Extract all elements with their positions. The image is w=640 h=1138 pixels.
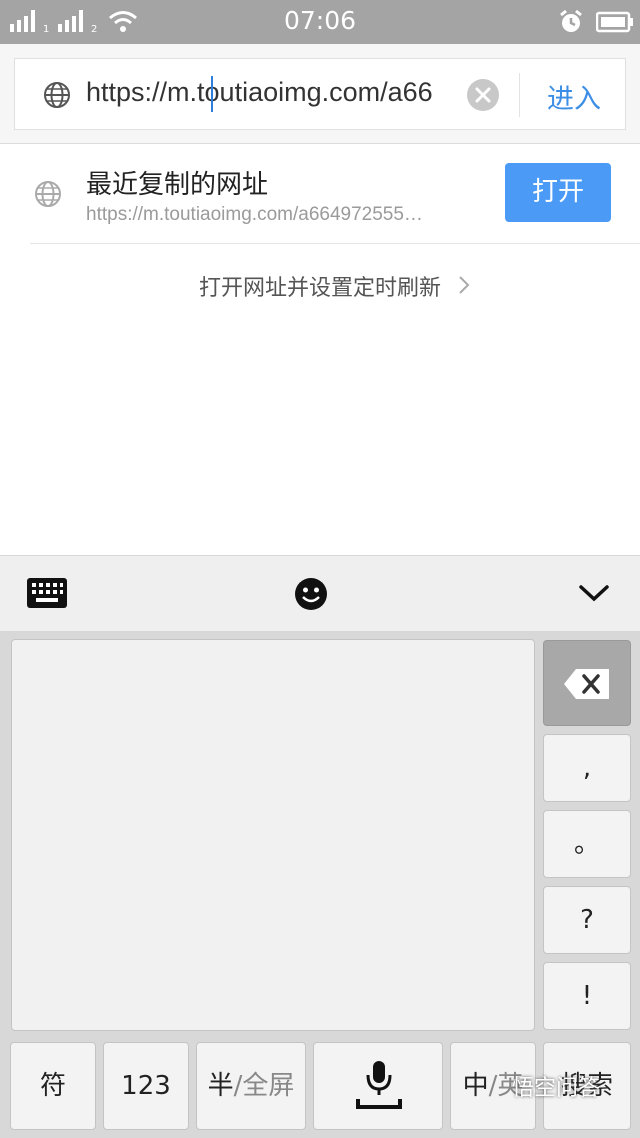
globe-icon: [44, 82, 70, 108]
battery-icon: [596, 11, 633, 33]
backspace-icon: [564, 669, 609, 699]
recent-url: https://m.toutiaoimg.com/a664972555…: [86, 204, 423, 225]
numbers-key[interactable]: 123: [103, 1042, 189, 1130]
clear-button[interactable]: [467, 79, 499, 111]
key-exclamation[interactable]: !: [543, 962, 631, 1030]
backspace-button[interactable]: [543, 640, 631, 726]
keyboard-icon[interactable]: [27, 578, 67, 608]
emoji-icon[interactable]: [294, 577, 328, 611]
watermark: 悟空问答: [512, 1076, 601, 1101]
key-period[interactable]: 。: [543, 810, 631, 878]
open-button[interactable]: 打开: [505, 163, 611, 222]
url-input[interactable]: https://m.toutiaoimg.com/a66: [86, 77, 458, 108]
key-question[interactable]: ?: [543, 886, 631, 954]
voice-space-key[interactable]: [313, 1042, 443, 1130]
text-caret: [211, 76, 213, 112]
full-width-label: /全屏: [233, 1071, 295, 1101]
microphone-icon: [356, 1061, 402, 1109]
keyboard: , 。 ? ! 符 123 半/全屏 中/英 搜索: [0, 631, 640, 1138]
half-width-label: 半: [207, 1071, 234, 1101]
divider: [30, 243, 640, 244]
status-bar: 1 2 07:06: [0, 0, 640, 44]
handwriting-pad[interactable]: [11, 639, 535, 1031]
chinese-label: 中: [462, 1071, 489, 1101]
timed-refresh-link[interactable]: 打开网址并设置定时刷新: [0, 270, 640, 302]
url-bar: https://m.toutiaoimg.com/a66 进入: [0, 44, 640, 144]
symbols-key[interactable]: 符: [10, 1042, 96, 1130]
globe-icon: [35, 181, 61, 207]
keyboard-toolbar: [0, 555, 640, 631]
chevron-down-icon[interactable]: [578, 583, 610, 603]
close-icon: [475, 87, 491, 103]
alarm-icon: [560, 9, 582, 32]
enter-button[interactable]: 进入: [521, 77, 627, 116]
half-full-width-key[interactable]: 半/全屏: [196, 1042, 306, 1130]
divider: [519, 73, 520, 117]
key-comma[interactable]: ,: [543, 734, 631, 802]
chevron-right-icon: [459, 276, 470, 294]
status-time: 07:06: [283, 6, 357, 35]
recent-copied-url-item[interactable]: 最近复制的网址 https://m.toutiaoimg.com/a664972…: [0, 144, 640, 244]
screen: 1 2 07:06 https://m.toutiaoimg.com/a66 进…: [0, 0, 640, 1138]
url-input-box[interactable]: https://m.toutiaoimg.com/a66 进入: [14, 58, 626, 130]
recent-title: 最近复制的网址: [86, 170, 269, 200]
